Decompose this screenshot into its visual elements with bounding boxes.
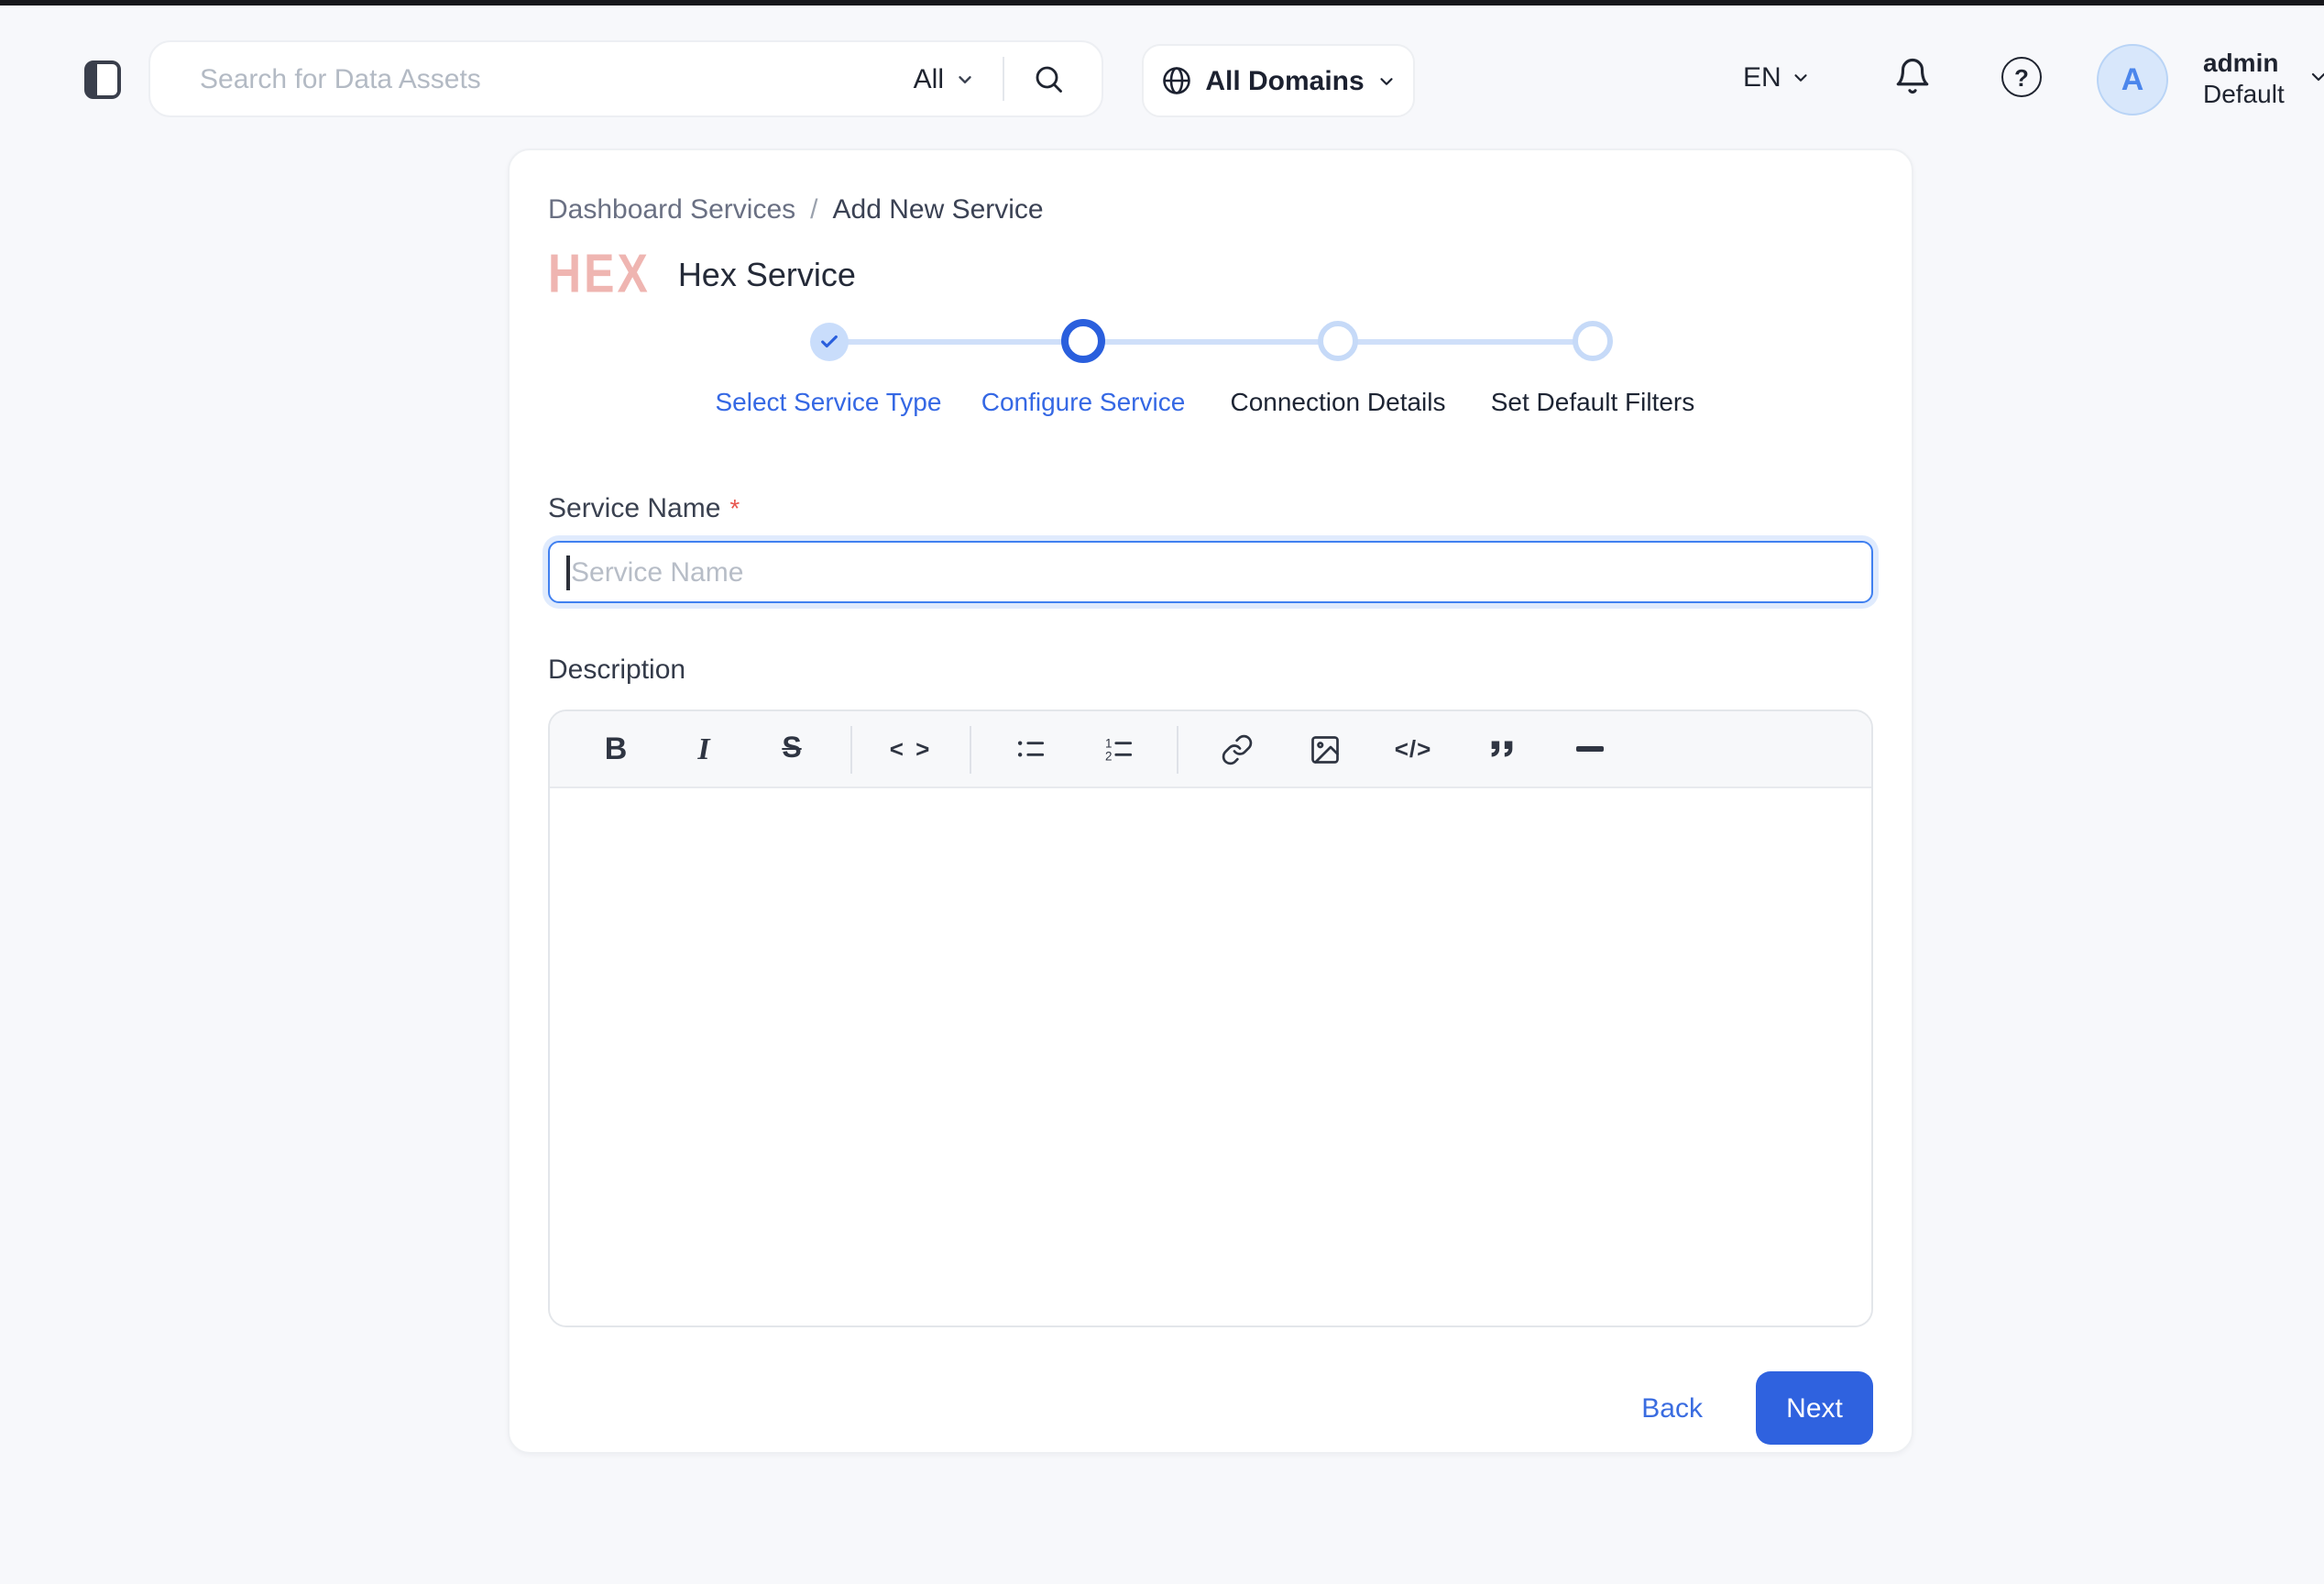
- step-1-label: Select Service Type: [716, 387, 942, 416]
- step-1-circle: [809, 319, 848, 363]
- step-3-circle: [1318, 319, 1358, 363]
- horizontal-rule-icon: [1575, 747, 1603, 751]
- italic-icon: I: [697, 731, 709, 767]
- back-button[interactable]: Back: [1641, 1392, 1703, 1424]
- image-icon: [1309, 732, 1342, 765]
- svg-text:1: 1: [1104, 736, 1111, 750]
- search-input[interactable]: Search for Data Assets: [200, 63, 914, 94]
- user-menu[interactable]: admin Default: [2203, 48, 2285, 110]
- step-4-label: Set Default Filters: [1491, 387, 1695, 416]
- service-header: HEX Hex Service: [548, 249, 1873, 302]
- step-3-label: Connection Details: [1230, 387, 1445, 416]
- app-screen: Search for Data Assets All All Domains E…: [0, 0, 2324, 1584]
- required-asterisk: *: [729, 493, 740, 522]
- add-service-card: Dashboard Services / Add New Service HEX…: [508, 148, 1913, 1454]
- ordered-list-button[interactable]: 12: [1087, 718, 1149, 780]
- horizontal-rule-button[interactable]: [1558, 718, 1620, 780]
- step-2-label: Configure Service: [981, 387, 1186, 416]
- code-block-icon: </>: [1395, 735, 1432, 763]
- breadcrumb-add-new-service: Add New Service: [833, 194, 1044, 226]
- image-button[interactable]: [1294, 718, 1356, 780]
- bullet-list-icon: [1013, 732, 1047, 766]
- toolbar-divider: [1177, 725, 1178, 773]
- quote-icon: [1485, 733, 1517, 764]
- sidebar-toggle-icon[interactable]: [84, 60, 121, 99]
- page-title: Hex Service: [678, 257, 856, 295]
- language-dropdown[interactable]: EN: [1743, 62, 1811, 94]
- editor-toolbar: B I S < > 12 </>: [550, 711, 1871, 788]
- avatar-initial: A: [2121, 61, 2144, 98]
- global-search-bar[interactable]: Search for Data Assets All: [148, 40, 1103, 117]
- link-icon: [1221, 732, 1254, 765]
- wizard-actions: Back Next: [548, 1371, 1873, 1445]
- check-icon: [818, 331, 839, 351]
- chevron-down-icon: [1791, 68, 1811, 88]
- globe-icon: [1159, 64, 1192, 97]
- bullet-list-button[interactable]: [999, 718, 1061, 780]
- inline-code-icon: < >: [890, 735, 933, 763]
- topbar: Search for Data Assets All All Domains E…: [0, 6, 2324, 148]
- step-4-circle: [1573, 319, 1613, 363]
- step-4[interactable]: Set Default Filters: [1465, 319, 1720, 416]
- chevron-down-icon: [955, 69, 975, 89]
- search-scope-label: All: [914, 63, 944, 94]
- step-3[interactable]: Connection Details: [1211, 319, 1465, 416]
- user-team: Default: [2203, 79, 2285, 110]
- bell-icon: [1893, 57, 1932, 95]
- strikethrough-button[interactable]: S: [761, 718, 823, 780]
- notifications-button[interactable]: [1893, 57, 1932, 95]
- text-caret: [566, 555, 569, 589]
- italic-button[interactable]: I: [673, 718, 735, 780]
- breadcrumb-dashboard-services[interactable]: Dashboard Services: [548, 194, 795, 226]
- user-name: admin: [2203, 48, 2285, 79]
- strikethrough-icon: S: [782, 732, 801, 765]
- user-menu-chevron-icon[interactable]: [2308, 66, 2324, 88]
- svg-text:2: 2: [1104, 750, 1111, 764]
- description-editor-body[interactable]: [550, 788, 1871, 1326]
- description-editor: B I S < > 12 </>: [548, 710, 1873, 1327]
- breadcrumb: Dashboard Services / Add New Service: [548, 194, 1873, 226]
- stepper-steps: Select Service Type Configure Service Conn…: [701, 319, 1720, 416]
- link-button[interactable]: [1206, 718, 1268, 780]
- hex-service-logo: HEX: [548, 245, 651, 307]
- next-button[interactable]: Next: [1756, 1371, 1873, 1445]
- description-label: Description: [548, 654, 1873, 686]
- service-name-input[interactable]: Service Name: [548, 541, 1873, 603]
- language-label: EN: [1743, 62, 1781, 94]
- code-block-button[interactable]: </>: [1382, 718, 1444, 780]
- step-2-circle: [1061, 319, 1105, 363]
- bold-icon: B: [605, 731, 628, 767]
- help-icon: ?: [2014, 63, 2029, 91]
- toolbar-divider: [970, 725, 971, 773]
- stepper: Select Service Type Configure Service Conn…: [701, 319, 1720, 416]
- step-1[interactable]: Select Service Type: [701, 319, 956, 416]
- domains-label: All Domains: [1205, 65, 1364, 96]
- search-divider: [1003, 57, 1004, 101]
- help-button[interactable]: ?: [2001, 57, 2042, 97]
- bold-button[interactable]: B: [585, 718, 647, 780]
- service-name-placeholder: Service Name: [571, 556, 743, 588]
- search-scope-dropdown[interactable]: All: [914, 63, 975, 94]
- chevron-down-icon: [1377, 71, 1398, 91]
- avatar[interactable]: A: [2097, 44, 2168, 116]
- inline-code-button[interactable]: < >: [880, 718, 942, 780]
- quote-button[interactable]: [1470, 718, 1532, 780]
- toolbar-divider: [850, 725, 852, 773]
- domains-dropdown[interactable]: All Domains: [1142, 44, 1415, 117]
- search-icon[interactable]: [1032, 62, 1065, 95]
- step-2[interactable]: Configure Service: [956, 319, 1211, 416]
- ordered-list-icon: 12: [1101, 732, 1135, 766]
- breadcrumb-separator: /: [810, 194, 817, 226]
- service-name-label: Service Name *: [548, 493, 1873, 524]
